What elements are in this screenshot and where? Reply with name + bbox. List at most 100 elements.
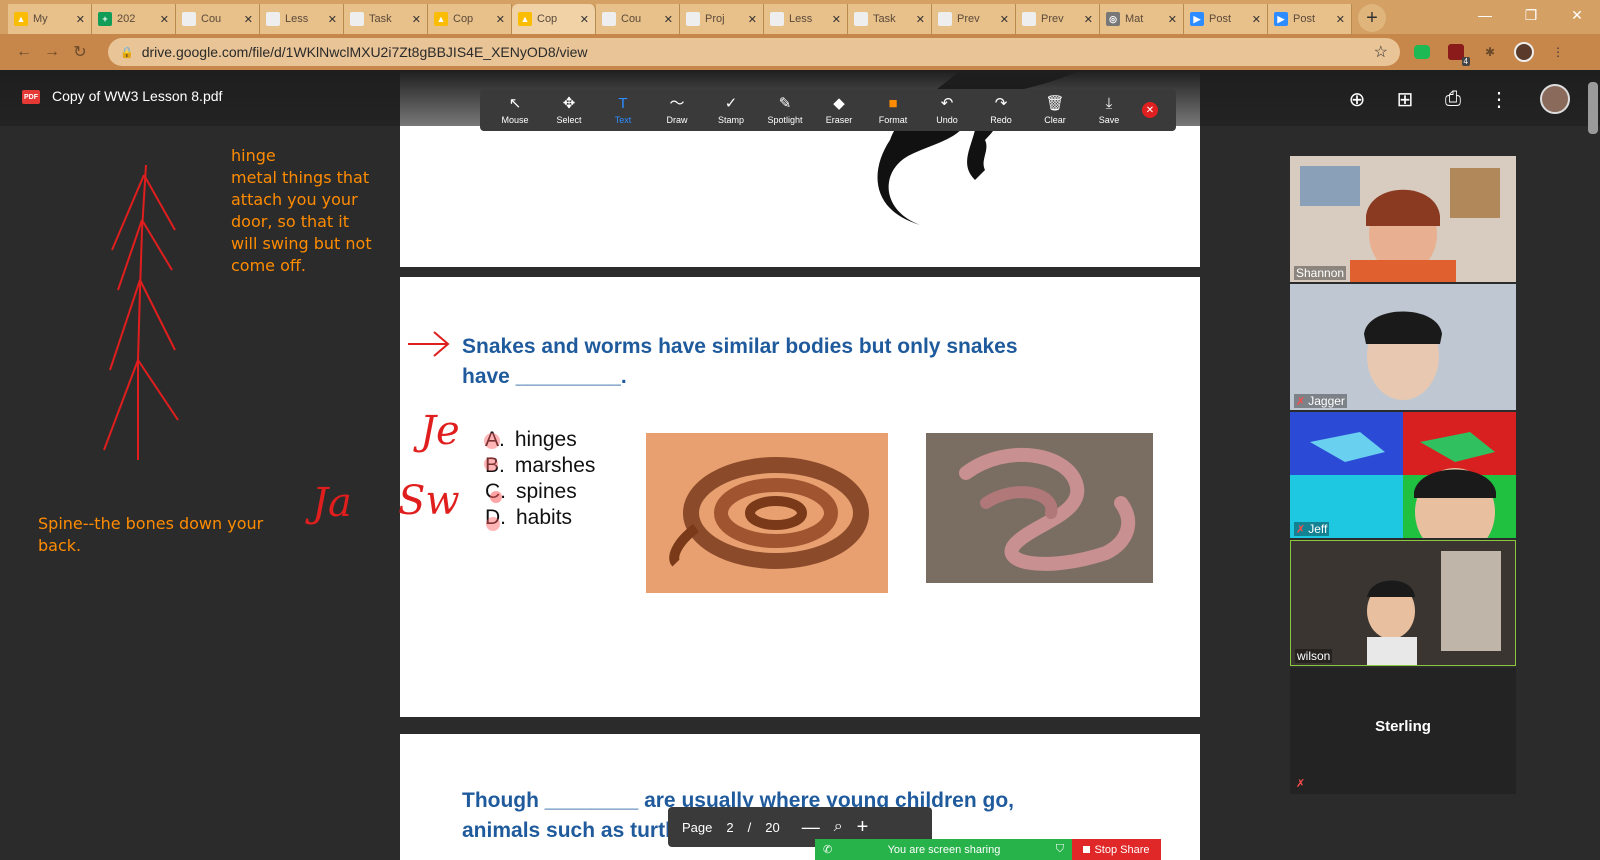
tab-close-icon[interactable]: ✕ xyxy=(748,13,757,26)
annotate-save-button[interactable]: ⤓ Save xyxy=(1082,95,1136,125)
tab-close-icon[interactable]: ✕ xyxy=(244,13,253,26)
tab-close-icon[interactable]: ✕ xyxy=(160,13,169,26)
tab-close-icon[interactable]: ✕ xyxy=(1168,13,1177,26)
close-annotation-icon[interactable]: ✕ xyxy=(1142,102,1158,118)
tab-close-icon[interactable]: ✕ xyxy=(832,13,841,26)
annotate-format-button[interactable]: ■ Format xyxy=(866,95,920,125)
tab-close-icon[interactable]: ✕ xyxy=(1000,13,1009,26)
tab-close-icon[interactable]: ✕ xyxy=(580,13,589,26)
reload-button[interactable]: ↻ xyxy=(66,38,94,66)
answer-list: A.hingesB.marshesC.spinesD.habits xyxy=(485,427,595,531)
browser-tab[interactable]: Task ✕ xyxy=(848,4,932,34)
tab-favicon-icon xyxy=(266,12,280,26)
answer-text: marshes xyxy=(514,454,596,477)
browser-tab[interactable]: ▶ Post ✕ xyxy=(1184,4,1268,34)
browser-tab[interactable]: ▲ My ✕ xyxy=(8,4,92,34)
browser-tab[interactable]: ◎ Mat ✕ xyxy=(1100,4,1184,34)
question-line-2: have _________. xyxy=(462,365,627,388)
tab-close-icon[interactable]: ✕ xyxy=(1084,13,1093,26)
zoom-in-icon[interactable]: + xyxy=(857,816,869,839)
annotate-draw-button[interactable]: 〜 Draw xyxy=(650,94,704,125)
browser-tab[interactable]: Prev ✕ xyxy=(1016,4,1100,34)
extension-ublock-icon[interactable]: 4 xyxy=(1444,40,1470,66)
jagger-video xyxy=(1290,284,1516,410)
annotate-undo-button[interactable]: ↶ Undo xyxy=(920,94,974,125)
extension-green-icon[interactable] xyxy=(1410,40,1434,64)
video-tile-sterling[interactable]: Sterling ✗ xyxy=(1290,668,1516,794)
pdf-page-2: Snakes and worms have similar bodies but… xyxy=(400,277,1200,717)
spine-note: Spine--the bones down your back. xyxy=(38,513,263,557)
select-icon: ✥ xyxy=(562,94,576,112)
tab-favicon-icon: ▶ xyxy=(1274,12,1288,26)
add-to-drive-icon[interactable]: ⊕ xyxy=(1344,86,1370,112)
tab-favicon-icon xyxy=(602,12,616,26)
close-window-button[interactable]: ✕ xyxy=(1554,0,1600,30)
stop-share-button[interactable]: Stop Share xyxy=(1072,839,1161,860)
annotate-label: Text xyxy=(614,114,632,125)
undo-icon: ↶ xyxy=(940,94,954,112)
tab-close-icon[interactable]: ✕ xyxy=(916,13,925,26)
video-tile-shannon[interactable]: Shannon xyxy=(1290,156,1516,282)
browser-menu-icon[interactable]: ⋮ xyxy=(1546,40,1570,64)
annotate-label: Format xyxy=(878,114,908,125)
new-tab-button[interactable]: + xyxy=(1358,4,1386,32)
tab-close-icon[interactable]: ✕ xyxy=(328,13,337,26)
browser-tab[interactable]: ▲ Cop ✕ xyxy=(512,4,596,34)
restore-button[interactable]: ❐ xyxy=(1508,0,1554,30)
print-icon[interactable]: ⎙ xyxy=(1440,86,1466,112)
stop-icon xyxy=(1083,846,1091,853)
scrollbar-thumb[interactable] xyxy=(1588,82,1598,134)
back-button[interactable]: ← xyxy=(10,38,38,66)
current-page[interactable]: 2 xyxy=(726,820,733,835)
browser-tab[interactable]: ▶ Post ✕ xyxy=(1268,4,1352,34)
annotate-mouse-button[interactable]: ↖ Mouse xyxy=(488,95,542,125)
tab-favicon-icon: ◎ xyxy=(1106,12,1120,26)
video-tile-jeff[interactable]: ✗ Jeff xyxy=(1290,412,1516,538)
extensions-puzzle-icon[interactable]: ✱ xyxy=(1478,40,1502,64)
video-tile-jagger[interactable]: ✗ Jagger xyxy=(1290,284,1516,410)
annotate-stamp-button[interactable]: ✓ Stamp xyxy=(704,95,758,125)
browser-tab[interactable]: Cou ✕ xyxy=(596,4,680,34)
profile-avatar[interactable] xyxy=(1512,40,1536,64)
answer-option: B. marshes xyxy=(485,453,595,479)
browser-tab[interactable]: Prev ✕ xyxy=(932,4,1016,34)
address-bar[interactable]: 🔒 drive.google.com/file/d/1WKlNwclMXU2i7… xyxy=(108,38,1400,66)
tab-label: Prev xyxy=(1041,13,1064,25)
browser-tab[interactable]: Less ✕ xyxy=(764,4,848,34)
account-avatar[interactable] xyxy=(1540,84,1570,114)
page-label: Page xyxy=(682,819,713,835)
annotate-redo-button[interactable]: ↷ Redo xyxy=(974,95,1028,125)
mic-muted-icon: ✗ xyxy=(1296,524,1306,536)
browser-tab[interactable]: Task ✕ xyxy=(344,4,428,34)
tab-close-icon[interactable]: ✕ xyxy=(412,13,421,26)
minimize-button[interactable]: — xyxy=(1462,0,1508,30)
tab-label: Task xyxy=(873,13,896,25)
tab-close-icon[interactable]: ✕ xyxy=(664,13,673,26)
tab-favicon-icon xyxy=(350,12,364,26)
annotate-clear-button[interactable]: 🗑 Clear xyxy=(1028,95,1082,125)
annotate-spotlight-button[interactable]: ✎ Spotlight xyxy=(758,95,812,125)
annotate-select-button[interactable]: ✥ Select xyxy=(542,94,596,125)
annotate-text-button[interactable]: T Text xyxy=(596,95,650,125)
more-options-icon[interactable]: ⋮ xyxy=(1486,86,1512,112)
video-tile-wilson[interactable]: wilson xyxy=(1290,540,1516,666)
draw-icon: 〜 xyxy=(669,94,685,112)
annotate-eraser-button[interactable]: ◆ Eraser xyxy=(812,95,866,125)
tab-close-icon[interactable]: ✕ xyxy=(496,13,505,26)
zoom-out-icon[interactable]: — xyxy=(802,817,820,838)
tab-close-icon[interactable]: ✕ xyxy=(76,13,85,26)
shannon-video xyxy=(1290,156,1516,282)
tab-label: Cop xyxy=(537,13,558,25)
browser-tab[interactable]: +202 ✕ xyxy=(92,4,176,34)
zoom-icon[interactable]: ⌕ xyxy=(834,818,843,836)
tab-close-icon[interactable]: ✕ xyxy=(1252,13,1261,26)
browser-tab[interactable]: Proj ✕ xyxy=(680,4,764,34)
add-comment-icon[interactable]: ⊞ xyxy=(1392,86,1418,112)
bookmark-star-icon[interactable]: ☆ xyxy=(1374,42,1388,62)
browser-tab[interactable]: Cou ✕ xyxy=(176,4,260,34)
browser-tab[interactable]: ▲ Cop ✕ xyxy=(428,4,512,34)
tab-close-icon[interactable]: ✕ xyxy=(1336,13,1345,26)
forward-button[interactable]: → xyxy=(38,38,66,66)
participant-name: Shannon xyxy=(1294,266,1347,280)
browser-tab[interactable]: Less ✕ xyxy=(260,4,344,34)
